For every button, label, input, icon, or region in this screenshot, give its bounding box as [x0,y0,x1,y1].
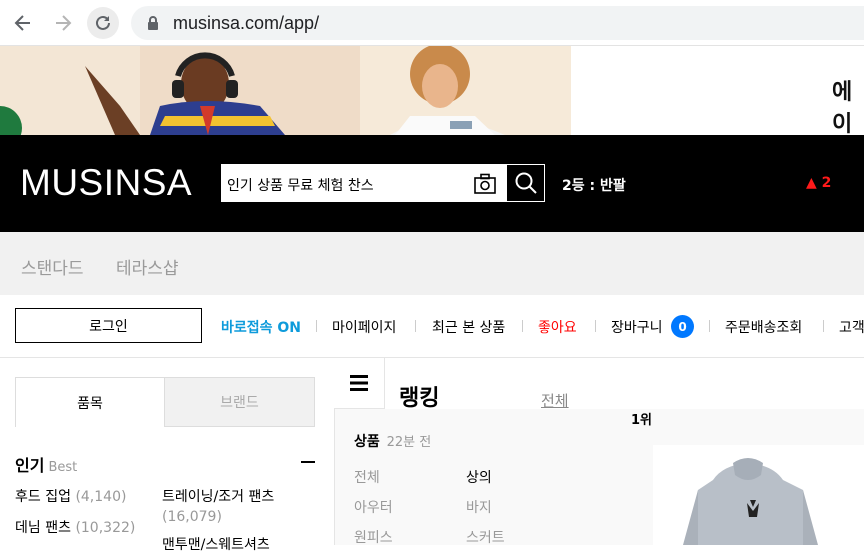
cart-link[interactable]: 장바구니 [611,317,663,337]
search-box[interactable]: 인기 상품 무료 체험 찬스 [220,163,545,203]
ranking-category-all[interactable]: 전체 [354,467,380,487]
popular-heading: 인기 Best [15,452,77,476]
search-button[interactable] [506,164,545,202]
cart-count-badge: 0 [671,315,694,338]
back-button[interactable] [7,7,39,39]
category-item[interactable]: 데님 팬츠 (10,322) [15,518,135,538]
divider [823,320,824,332]
tab-category[interactable]: 품목 [15,377,165,427]
section-title: 상품 [354,434,380,450]
mypage-link[interactable]: 마이페이지 [332,317,396,337]
search-icon [515,172,537,194]
forward-button[interactable] [47,7,79,39]
lock-icon [148,16,158,30]
ranking-category-onepiece[interactable]: 원피스 [354,527,393,547]
tab-terrace-shop[interactable]: 테라스샵 [116,254,179,279]
tab-standard[interactable]: 스탠다드 [21,254,84,279]
order-tracking-link[interactable]: 주문배송조회 [725,317,802,337]
category-item[interactable]: 후드 집업 (4,140) [15,487,126,507]
menu-button[interactable] [334,358,385,409]
product-image[interactable] [653,445,864,545]
arrow-left-icon [14,15,30,31]
section-updated: 22분 전 [386,435,432,450]
ranking-title: 랭킹 [399,386,440,411]
url-text: musinsa.com/app/ [173,13,320,33]
category-item[interactable]: 트레이닝/조거 팬츠 (16,079) [162,487,312,527]
login-button[interactable]: 로그인 [15,308,202,343]
likes-link[interactable]: 좋아요 [538,317,577,337]
member-bar: 로그인 바로접속 ON 마이페이지 최근 본 상품 좋아요 장바구니 0 주문배… [0,295,864,358]
reload-button[interactable] [87,7,119,39]
trending-keyword[interactable]: 2등 : 반팔 [562,175,626,195]
quick-access-toggle[interactable]: 바로접속 ON [221,317,301,337]
store-tabs: 스탠다드 테라스샵 [0,232,864,295]
divider [709,320,710,332]
divider [316,320,317,332]
banner-photo [0,46,571,135]
divider [522,320,523,332]
ranking-category-tops[interactable]: 상의 [466,467,492,487]
tab-brand[interactable]: 브랜드 [164,377,315,427]
ranking-all-link[interactable]: 전체 [541,390,569,411]
ranking-section-heading: 상품 22분 전 [354,431,431,451]
collapse-icon[interactable] [301,461,315,463]
promo-banner[interactable]: 에이 [0,46,864,137]
site-header: MUSINSA 인기 상품 무료 체험 찬스 2등 : 반팔 ▲ 2 [0,135,864,232]
musinsa-logo[interactable]: MUSINSA [20,162,192,204]
rank-position: 1위 [631,413,653,428]
category-item[interactable]: 맨투맨/스웨트셔츠 [162,535,270,555]
divider [415,320,416,332]
ranking-category-skirt[interactable]: 스커트 [466,527,505,547]
banner-headline: 에이 [832,80,853,137]
divider [595,320,596,332]
address-bar[interactable]: musinsa.com/app/ [131,6,864,40]
arrow-right-icon [56,15,72,31]
reload-icon [96,15,110,30]
popular-title: 인기 [15,456,45,475]
ranking-category-outer[interactable]: 아우터 [354,497,393,517]
browser-toolbar: musinsa.com/app/ [0,0,864,46]
popular-subtitle: Best [48,460,78,475]
trending-change: ▲ 2 [806,175,832,191]
recent-items-link[interactable]: 최근 본 상품 [432,317,505,337]
hamburger-icon [350,375,368,391]
ranking-category-pants[interactable]: 바지 [466,497,492,517]
camera-icon[interactable] [473,173,497,195]
customer-center-link[interactable]: 고객 [839,317,864,337]
search-input[interactable]: 인기 상품 무료 체험 찬스 [227,175,374,195]
